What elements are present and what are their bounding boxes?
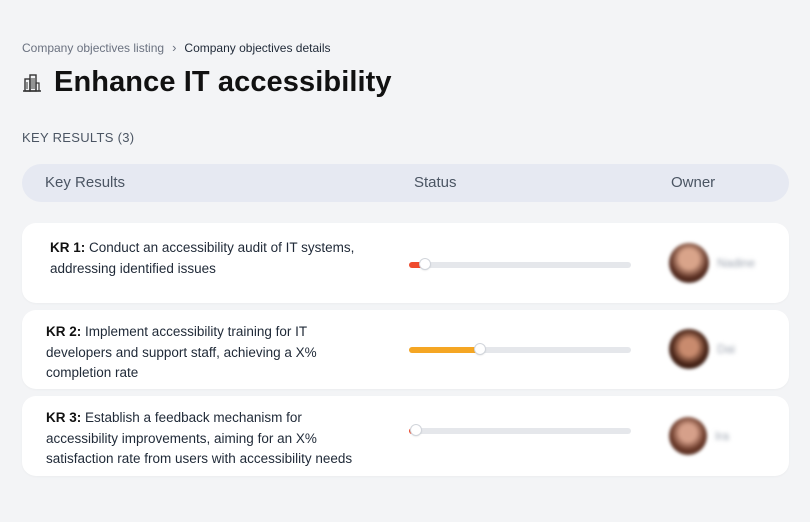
- owner-name: Ira: [715, 429, 730, 443]
- table-row[interactable]: KR 3: Establish a feedback mechanism for…: [22, 396, 789, 476]
- breadcrumb-link-listing[interactable]: Company objectives listing: [22, 41, 164, 55]
- owner-name: Dai: [717, 342, 736, 356]
- owner-name: Nadine: [717, 256, 756, 270]
- column-header-status: Status: [414, 174, 457, 191]
- building-icon: [23, 73, 41, 92]
- table-row[interactable]: KR 1: Conduct an accessibility audit of …: [22, 223, 789, 303]
- progress-handle[interactable]: [419, 259, 430, 269]
- breadcrumb-current: Company objectives details: [184, 40, 331, 55]
- owner[interactable]: Dai: [669, 329, 735, 369]
- kr-label: KR 1:: [50, 240, 86, 255]
- key-results-section-label: KEY RESULTS (3): [22, 130, 135, 145]
- progress-handle[interactable]: [410, 425, 421, 435]
- table-row[interactable]: KR 2: Implement accessibility training f…: [22, 310, 789, 389]
- avatar: [669, 417, 707, 455]
- avatar: [669, 243, 709, 283]
- title-row: Enhance IT accessibility: [22, 66, 392, 99]
- column-header-key-results: Key Results: [45, 174, 126, 191]
- progress-handle[interactable]: [475, 344, 486, 354]
- kr-description: KR 3: Establish a feedback mechanism for…: [46, 410, 353, 466]
- kr-description: KR 2: Implement accessibility training f…: [46, 324, 317, 380]
- avatar: [669, 329, 709, 369]
- progress-bar: [409, 344, 631, 354]
- owner[interactable]: Nadine: [669, 243, 755, 283]
- table-header: Key Results Status Owner: [22, 164, 789, 202]
- progress-bar: [409, 425, 631, 435]
- kr-label: KR 2:: [46, 324, 82, 339]
- progress-bar: [409, 259, 631, 269]
- progress-fill: [409, 347, 481, 353]
- chevron-right-icon: ›: [172, 40, 177, 55]
- column-header-owner: Owner: [671, 174, 716, 191]
- kr-description: KR 1: Conduct an accessibility audit of …: [50, 240, 355, 276]
- owner[interactable]: Ira: [669, 417, 729, 455]
- kr-label: KR 3:: [46, 410, 82, 425]
- breadcrumb: Company objectives listing › Company obj…: [22, 40, 331, 55]
- page-title: Enhance IT accessibility: [54, 66, 392, 98]
